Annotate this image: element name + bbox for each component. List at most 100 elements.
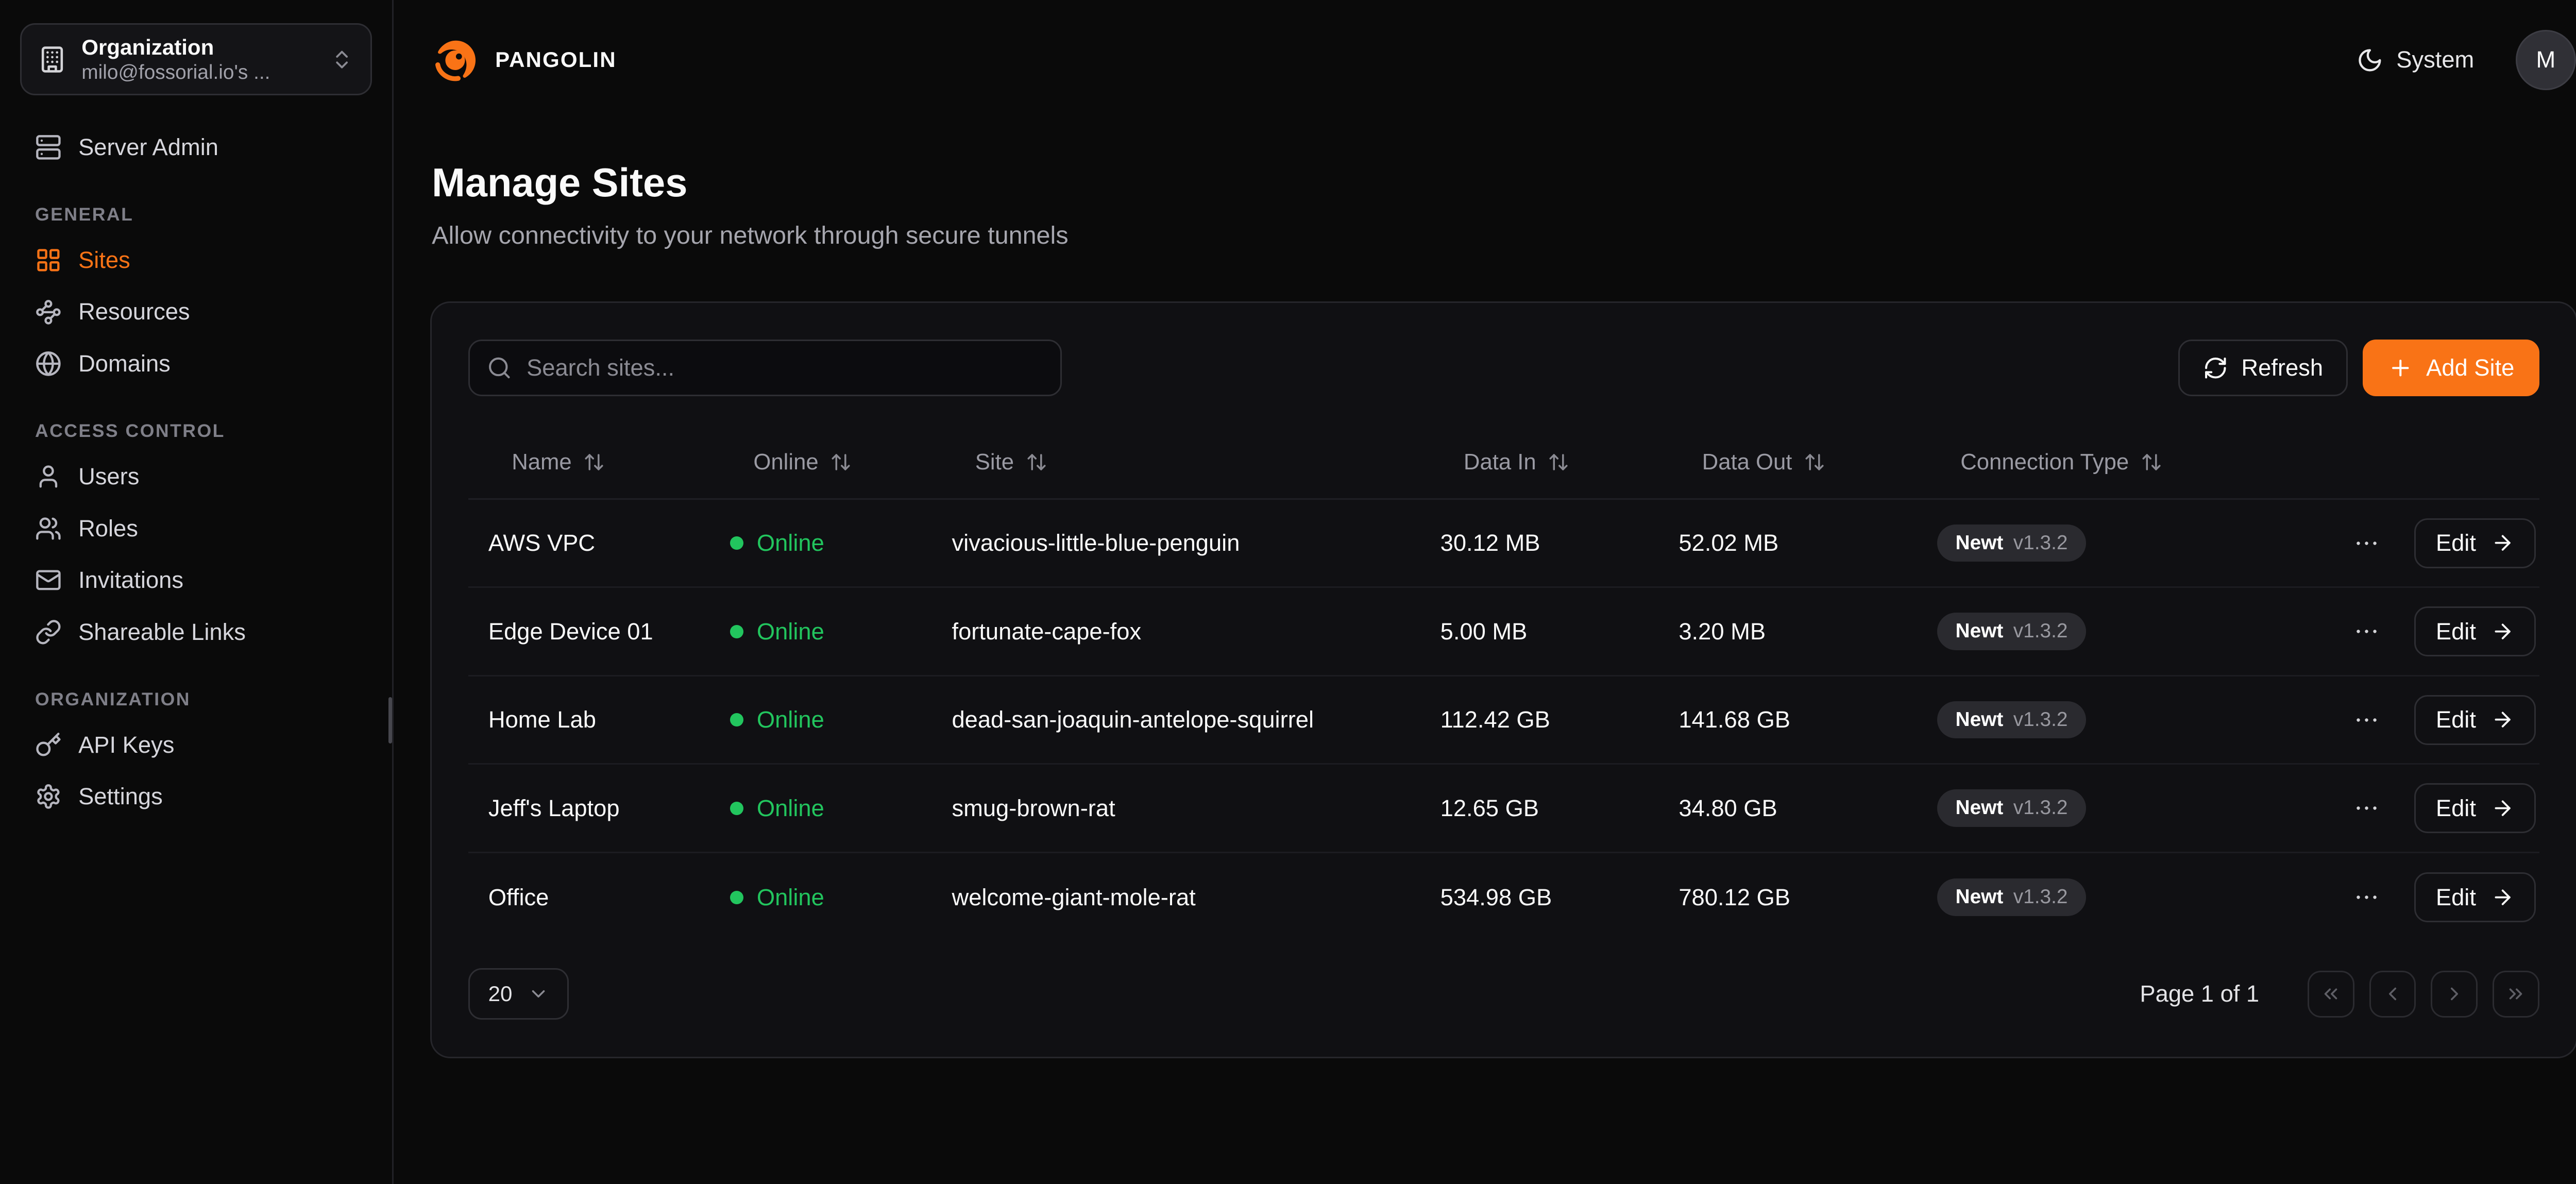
avatar[interactable]: M bbox=[2516, 30, 2575, 90]
main-area: PANGOLIN System M Manage Sites Allow con… bbox=[394, 0, 2576, 1184]
sidebar-item-api-keys[interactable]: API Keys bbox=[20, 720, 372, 770]
sidebar-item-server-admin[interactable]: Server Admin bbox=[20, 122, 372, 172]
row-menu-button[interactable] bbox=[2349, 880, 2384, 915]
sidebar-nav: GENERALSitesResourcesDomainsACCESS CONTR… bbox=[20, 204, 372, 822]
site-id: welcome-giant-mole-rat bbox=[952, 884, 1195, 911]
ellipsis-icon bbox=[2352, 706, 2381, 734]
data-in-cell: 534.98 GB bbox=[1420, 884, 1659, 911]
connection-type-badge: Newtv1.3.2 bbox=[1937, 525, 2086, 562]
sidebar-item-resources[interactable]: Resources bbox=[20, 287, 372, 337]
refresh-label: Refresh bbox=[2241, 354, 2323, 381]
client-name: Newt bbox=[1956, 796, 2004, 820]
search-box bbox=[468, 340, 1062, 396]
row-menu-button[interactable] bbox=[2349, 614, 2384, 649]
sidebar: Organization milo@fossorial.io's ... Ser… bbox=[0, 0, 394, 1184]
column-label: Data In bbox=[1464, 449, 1536, 475]
data-out-cell: 34.80 GB bbox=[1659, 795, 1918, 822]
roles-icon bbox=[35, 515, 62, 542]
row-menu-button[interactable] bbox=[2349, 702, 2384, 737]
sidebar-item-roles[interactable]: Roles bbox=[20, 503, 372, 553]
data-out-cell: 141.68 GB bbox=[1659, 706, 1918, 733]
column-label: Connection Type bbox=[1960, 449, 2129, 475]
data-out-value: 780.12 GB bbox=[1679, 884, 1790, 911]
row-actions-cell: Edit bbox=[2312, 783, 2539, 833]
site-name-cell: Jeff's Laptop bbox=[468, 795, 710, 822]
online-status-label: Online bbox=[757, 884, 824, 911]
connection-type-badge: Newtv1.3.2 bbox=[1937, 701, 2086, 738]
resources-icon bbox=[35, 299, 62, 326]
table-row: Home LabOnlinedead-san-joaquin-antelope-… bbox=[468, 676, 2539, 765]
topbar-right: System M bbox=[2346, 30, 2575, 90]
column-label: Data Out bbox=[1702, 449, 1792, 475]
site-name: Jeff's Laptop bbox=[488, 795, 620, 822]
column-header-connection-type[interactable]: Connection Type bbox=[1917, 449, 2312, 475]
sidebar-item-invitations[interactable]: Invitations bbox=[20, 555, 372, 605]
edit-label: Edit bbox=[2436, 618, 2476, 645]
site-name-cell: Edge Device 01 bbox=[468, 618, 710, 645]
client-name: Newt bbox=[1956, 619, 2004, 644]
brand-name: PANGOLIN bbox=[495, 47, 617, 72]
column-header-site[interactable]: Site bbox=[932, 449, 1420, 475]
column-header-data-in[interactable]: Data In bbox=[1420, 449, 1659, 475]
site-id-cell: vivacious-little-blue-penguin bbox=[932, 530, 1420, 556]
refresh-button[interactable]: Refresh bbox=[2178, 340, 2348, 396]
page-subtitle: Allow connectivity to your network throu… bbox=[432, 221, 2576, 250]
column-header-online[interactable]: Online bbox=[710, 449, 931, 475]
theme-toggle[interactable]: System bbox=[2346, 45, 2484, 75]
sidebar-section-heading: ACCESS CONTROL bbox=[35, 420, 357, 442]
site-name: Home Lab bbox=[488, 706, 596, 733]
edit-button[interactable]: Edit bbox=[2414, 872, 2536, 922]
key-icon bbox=[35, 732, 62, 758]
ellipsis-icon bbox=[2352, 529, 2381, 557]
chevrons-up-down-icon bbox=[330, 48, 353, 71]
page-size-select[interactable]: 20 bbox=[468, 968, 569, 1020]
edit-button[interactable]: Edit bbox=[2414, 518, 2536, 568]
sidebar-item-domains[interactable]: Domains bbox=[20, 339, 372, 388]
first-page-button[interactable] bbox=[2308, 971, 2354, 1018]
sites-icon bbox=[35, 247, 62, 274]
next-page-button[interactable] bbox=[2431, 971, 2478, 1018]
sort-icon bbox=[1804, 451, 1825, 473]
sidebar-item-users[interactable]: Users bbox=[20, 451, 372, 501]
edit-label: Edit bbox=[2436, 795, 2476, 822]
row-menu-button[interactable] bbox=[2349, 791, 2384, 826]
edit-button[interactable]: Edit bbox=[2414, 606, 2536, 656]
row-actions-cell: Edit bbox=[2312, 606, 2539, 656]
data-in-cell: 112.42 GB bbox=[1420, 706, 1659, 733]
connection-type-badge: Newtv1.3.2 bbox=[1937, 613, 2086, 650]
sidebar-scrollbar[interactable] bbox=[388, 697, 392, 744]
column-header-data-out[interactable]: Data Out bbox=[1659, 449, 1918, 475]
sidebar-item-shareable-links[interactable]: Shareable Links bbox=[20, 607, 372, 657]
data-in-value: 12.65 GB bbox=[1440, 795, 1539, 822]
edit-button[interactable]: Edit bbox=[2414, 695, 2536, 745]
prev-page-button[interactable] bbox=[2369, 971, 2416, 1018]
server-icon bbox=[35, 134, 62, 161]
sidebar-item-label: Invitations bbox=[78, 567, 183, 594]
settings-icon bbox=[35, 783, 62, 810]
theme-label: System bbox=[2396, 46, 2474, 73]
online-status-label: Online bbox=[757, 795, 824, 822]
org-text: Organization milo@fossorial.io's ... bbox=[81, 35, 315, 84]
data-in-value: 112.42 GB bbox=[1440, 706, 1550, 733]
data-out-value: 3.20 MB bbox=[1679, 618, 1766, 645]
sidebar-item-label: API Keys bbox=[78, 732, 174, 758]
column-header-name[interactable]: Name bbox=[468, 449, 710, 475]
page-content: Manage Sites Allow connectivity to your … bbox=[394, 120, 2576, 1058]
sidebar-item-settings[interactable]: Settings bbox=[20, 772, 372, 822]
online-status-label: Online bbox=[757, 530, 824, 556]
row-actions-cell: Edit bbox=[2312, 518, 2539, 568]
table-row: Jeff's LaptopOnlinesmug-brown-rat12.65 G… bbox=[468, 765, 2539, 853]
sidebar-item-label: Sites bbox=[78, 247, 130, 274]
link-icon bbox=[35, 619, 62, 646]
sidebar-item-sites[interactable]: Sites bbox=[20, 235, 372, 285]
org-selector[interactable]: Organization milo@fossorial.io's ... bbox=[20, 23, 372, 95]
sort-icon bbox=[1026, 451, 1047, 473]
chevrons-right-icon bbox=[2505, 983, 2527, 1005]
search-input[interactable] bbox=[468, 340, 1062, 396]
edit-button[interactable]: Edit bbox=[2414, 783, 2536, 833]
row-menu-button[interactable] bbox=[2349, 526, 2384, 561]
last-page-button[interactable] bbox=[2493, 971, 2539, 1018]
data-in-cell: 12.65 GB bbox=[1420, 795, 1659, 822]
add-site-button[interactable]: Add Site bbox=[2363, 340, 2539, 396]
sidebar-item-label: Settings bbox=[78, 783, 163, 810]
